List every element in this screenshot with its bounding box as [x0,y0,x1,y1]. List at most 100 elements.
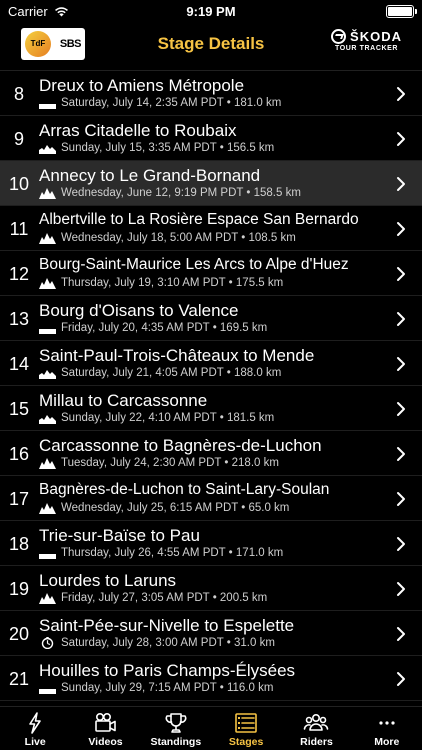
chevron-right-icon [397,582,405,596]
stage-date-distance: Saturday, July 28, 3:00 AM PDT • 31.0 km [61,637,275,649]
stage-title: Trie-sur-Baïse to Pau [39,526,200,545]
tab-riders[interactable]: Riders [281,707,351,750]
stage-date-distance: Tuesday, July 24, 2:30 AM PDT • 218.0 km [61,457,279,469]
stage-title: Carcassonne to Bagnères-de-Luchon [39,436,322,455]
stage-row[interactable]: 15 Millau to Carcassonne Sunday, July 22, … [0,386,422,431]
stage-row[interactable]: 18 Trie-sur-Baïse to Pau Thursday, July 26… [0,521,422,566]
chevron-right-icon [397,222,405,236]
status-bar: Carrier 9:19 PM [0,0,422,22]
stage-number: 17 [8,489,30,509]
hilly-icon [39,415,56,424]
stage-row[interactable]: 11 Albertville to La Rosière Espace San B… [0,206,422,251]
chevron-right-icon [397,312,405,326]
tab-standings[interactable]: Standings [141,707,211,750]
flat-icon [39,329,56,334]
stage-row[interactable]: 17 Bagnères-de-Luchon to Saint-Lary-Soula… [0,476,422,521]
tab-label: Stages [228,736,264,748]
stage-date-distance: Wednesday, July 25, 6:15 AM PDT • 65.0 k… [61,502,290,514]
stage-row[interactable]: 12 Bourg-Saint-Maurice Les Arcs to Alpe d… [0,251,422,296]
flat-icon [39,554,56,559]
video-camera-icon [95,712,117,732]
stage-number: 19 [8,579,30,599]
tour-tracker-label: TOUR TRACKER [334,45,399,52]
mountain-icon [39,503,56,514]
stage-row[interactable]: 16 Carcassonne to Bagnères-de-Luchon Tuesd… [0,431,422,476]
stage-details: Saturday, July 28, 3:00 AM PDT • 31.0 km [39,637,275,649]
stage-row[interactable]: 13 Bourg d'Oisans to Valence Friday, July … [0,296,422,341]
stage-date-distance: Friday, July 27, 3:05 AM PDT • 200.5 km [61,592,268,604]
stage-details: Tuesday, July 24, 2:30 AM PDT • 218.0 km [39,457,279,469]
chevron-right-icon [397,177,405,191]
tab-bar: Live Videos Standings Stages Riders More [0,706,422,750]
more-icon [379,721,395,725]
chevron-right-icon [397,87,405,101]
stage-details: Saturday, July 21, 4:05 AM PDT • 188.0 k… [39,367,281,379]
stage-number: 11 [9,219,29,239]
chevron-right-icon [397,447,405,461]
stage-number: 13 [8,309,30,329]
stage-details: Wednesday, June 12, 9:19 PM PDT • 158.5 … [39,187,301,199]
stage-title: Millau to Carcassonne [39,391,208,410]
stage-number: 12 [8,264,30,284]
stage-title: Saint-Pée-sur-Nivelle to Espelette [39,616,295,635]
skoda-tour-tracker-logo: ŠKODA TOUR TRACKER [331,29,402,52]
hilly-icon [39,145,56,154]
stage-row[interactable]: 9 Arras Citadelle to Roubaix Sunday, July … [0,116,422,161]
tab-label: More [374,736,400,748]
chevron-right-icon [397,537,405,551]
stage-title: Albertville to La Rosière Espace San Ber… [39,211,359,228]
stage-details: Saturday, July 14, 2:35 AM PDT • 181.0 k… [39,97,281,109]
chevron-right-icon [397,627,405,641]
stage-number: 21 [8,669,30,689]
chevron-right-icon [397,267,405,281]
stage-number: 20 [8,624,30,644]
stage-date-distance: Thursday, July 19, 3:10 AM PDT • 175.5 k… [61,277,284,289]
chevron-right-icon [397,672,405,686]
stage-details: Wednesday, July 18, 5:00 AM PDT • 108.5 … [39,232,296,244]
battery-icon [386,5,417,18]
stage-title: Saint-Paul-Trois-Châteaux to Mende [39,346,315,365]
flat-icon [39,104,56,109]
stage-title: Bagnères-de-Luchon to Saint-Lary-Soulan [39,481,330,498]
tab-live[interactable]: Live [0,707,70,750]
tab-stages[interactable]: Stages [211,707,281,750]
mountain-icon [39,233,56,244]
stage-row[interactable]: 19 Lourdes to Laruns Friday, July 27, 3:05… [0,566,422,611]
stage-details: Sunday, July 15, 3:35 AM PDT • 156.5 km [39,142,274,154]
stage-title: Lourdes to Laruns [39,571,177,590]
stage-row[interactable]: 21 Houilles to Paris Champs-Élysées Sunday… [0,656,422,701]
stage-number: 15 [8,399,30,419]
stage-details: Wednesday, July 25, 6:15 AM PDT • 65.0 k… [39,502,289,514]
stage-title: Bourg-Saint-Maurice Les Arcs to Alpe d'H… [39,256,349,273]
stage-details: Friday, July 27, 3:05 AM PDT • 200.5 km [39,592,267,604]
tab-label: Riders [300,736,333,748]
stage-list: 8 Dreux to Amiens Métropole Saturday, July… [0,71,422,707]
stage-details: Thursday, July 19, 3:10 AM PDT • 175.5 k… [39,277,283,289]
stage-title: Dreux to Amiens Métropole [39,76,245,95]
stage-date-distance: Saturday, July 21, 4:05 AM PDT • 188.0 k… [61,367,282,379]
flat-icon [39,689,56,694]
stage-row[interactable]: 20 Saint-Pée-sur-Nivelle to Espelette Satu… [0,611,422,656]
trophy-icon [165,713,187,733]
list-icon [235,713,257,733]
stage-details: Sunday, July 22, 4:10 AM PDT • 181.5 km [39,412,274,424]
tab-videos[interactable]: Videos [70,707,140,750]
stage-details: Friday, July 20, 4:35 AM PDT • 169.5 km [39,322,267,334]
stage-date-distance: Sunday, July 29, 7:15 AM PDT • 116.0 km [61,682,274,694]
mountain-icon [39,278,56,289]
chevron-right-icon [397,402,405,416]
stage-row[interactable]: 10 Annecy to Le Grand-Bornand Wednesday, J… [0,161,422,206]
stage-number: 14 [8,354,30,374]
mountain-icon [39,188,56,199]
skoda-emblem-icon [331,29,347,44]
stage-row[interactable]: 14 Saint-Paul-Trois-Châteaux to Mende Satu… [0,341,422,386]
chevron-right-icon [397,492,405,506]
stage-date-distance: Friday, July 20, 4:35 AM PDT • 169.5 km [61,322,268,334]
stage-number: 8 [13,84,24,104]
stage-row[interactable]: 8 Dreux to Amiens Métropole Saturday, July… [0,71,422,116]
stage-date-distance: Sunday, July 15, 3:35 AM PDT • 156.5 km [61,142,275,154]
stage-date-distance: Sunday, July 22, 4:10 AM PDT • 181.5 km [61,412,275,424]
stage-title: Houilles to Paris Champs-Élysées [39,661,296,680]
navigation-bar: TdF SBS Stage Details ŠKODA TOUR TRACKER [0,22,422,71]
tab-more[interactable]: More [352,707,422,750]
